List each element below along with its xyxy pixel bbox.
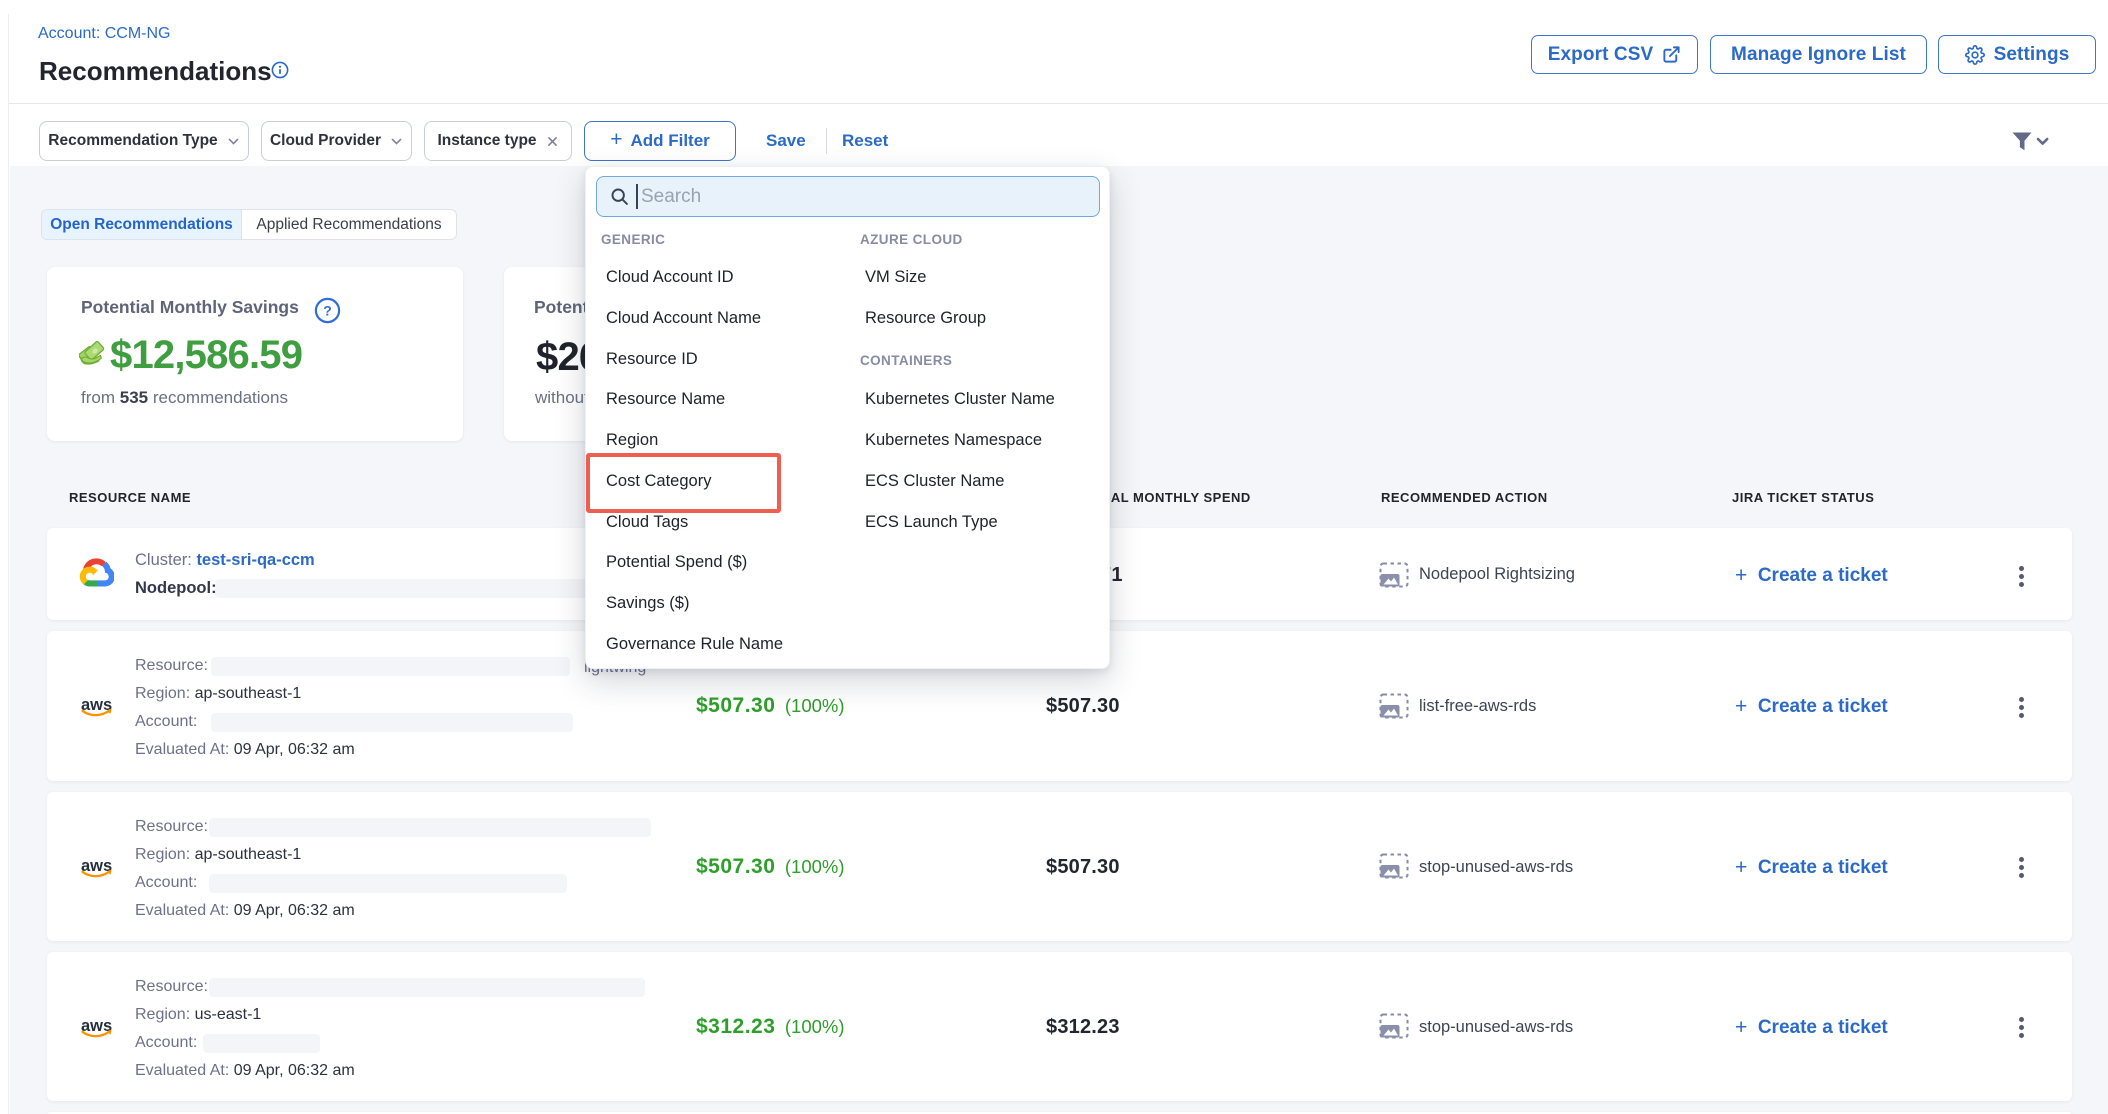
- svg-text:?: ?: [323, 303, 332, 319]
